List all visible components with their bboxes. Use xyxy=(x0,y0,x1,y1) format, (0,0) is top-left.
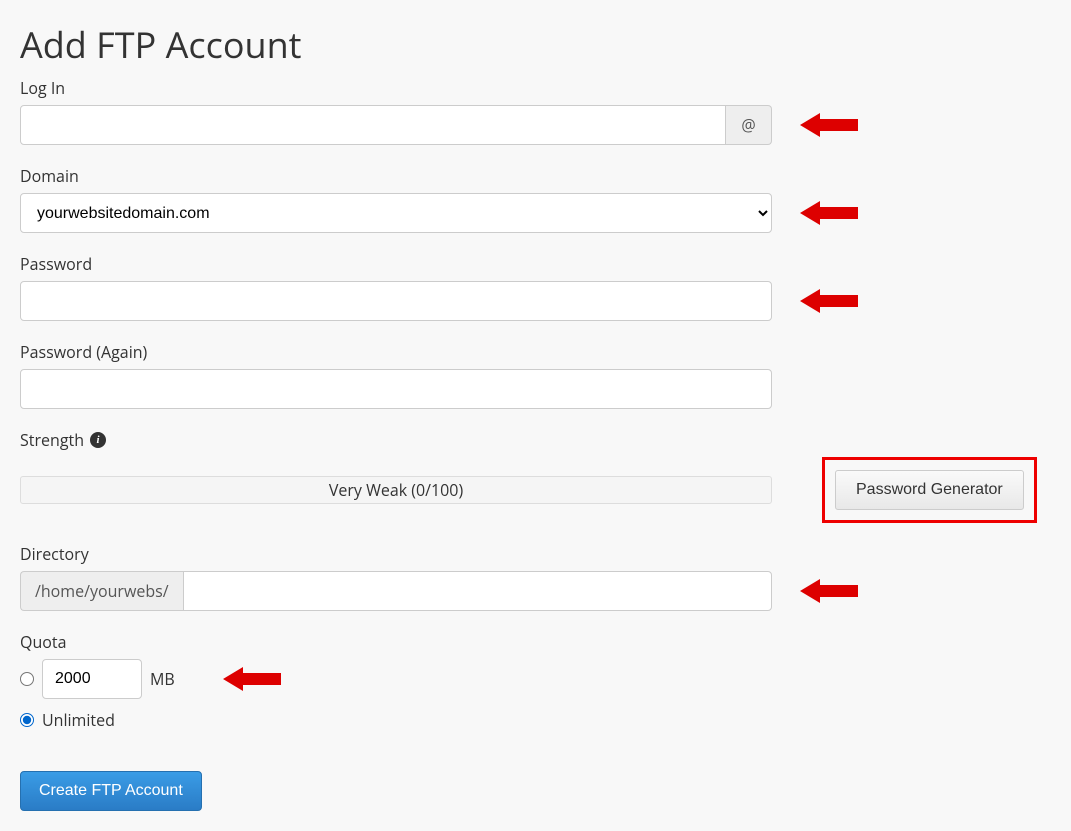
directory-input[interactable] xyxy=(183,571,772,611)
annotation-arrow-icon xyxy=(800,286,860,316)
at-addon: @ xyxy=(726,105,772,145)
annotation-highlight: Password Generator xyxy=(822,457,1037,523)
login-label: Log In xyxy=(20,77,1051,99)
password-again-label: Password (Again) xyxy=(20,341,1051,363)
directory-label: Directory xyxy=(20,543,1051,565)
quota-unlimited-label: Unlimited xyxy=(42,709,115,731)
quota-label: Quota xyxy=(20,631,1051,653)
annotation-arrow-icon xyxy=(223,664,283,694)
page-title: Add FTP Account xyxy=(20,20,1051,69)
create-ftp-account-button[interactable]: Create FTP Account xyxy=(20,771,202,811)
strength-label: Strength xyxy=(20,429,84,451)
quota-custom-radio[interactable] xyxy=(20,672,34,686)
quota-unlimited-radio[interactable] xyxy=(20,713,34,727)
password-input[interactable] xyxy=(20,281,772,321)
quota-value-input[interactable] xyxy=(42,659,142,699)
strength-meter: Very Weak (0/100) xyxy=(20,476,772,504)
annotation-arrow-icon xyxy=(800,198,860,228)
info-icon[interactable]: i xyxy=(90,432,106,448)
annotation-arrow-icon xyxy=(800,576,860,606)
password-label: Password xyxy=(20,253,1051,275)
login-input[interactable] xyxy=(20,105,726,145)
password-again-input[interactable] xyxy=(20,369,772,409)
domain-label: Domain xyxy=(20,165,1051,187)
quota-unit-label: MB xyxy=(150,668,175,690)
domain-select[interactable]: yourwebsitedomain.com xyxy=(20,193,772,233)
directory-prefix: /home/yourwebs/ xyxy=(20,571,183,611)
annotation-arrow-icon xyxy=(800,110,860,140)
password-generator-button[interactable]: Password Generator xyxy=(835,470,1024,510)
